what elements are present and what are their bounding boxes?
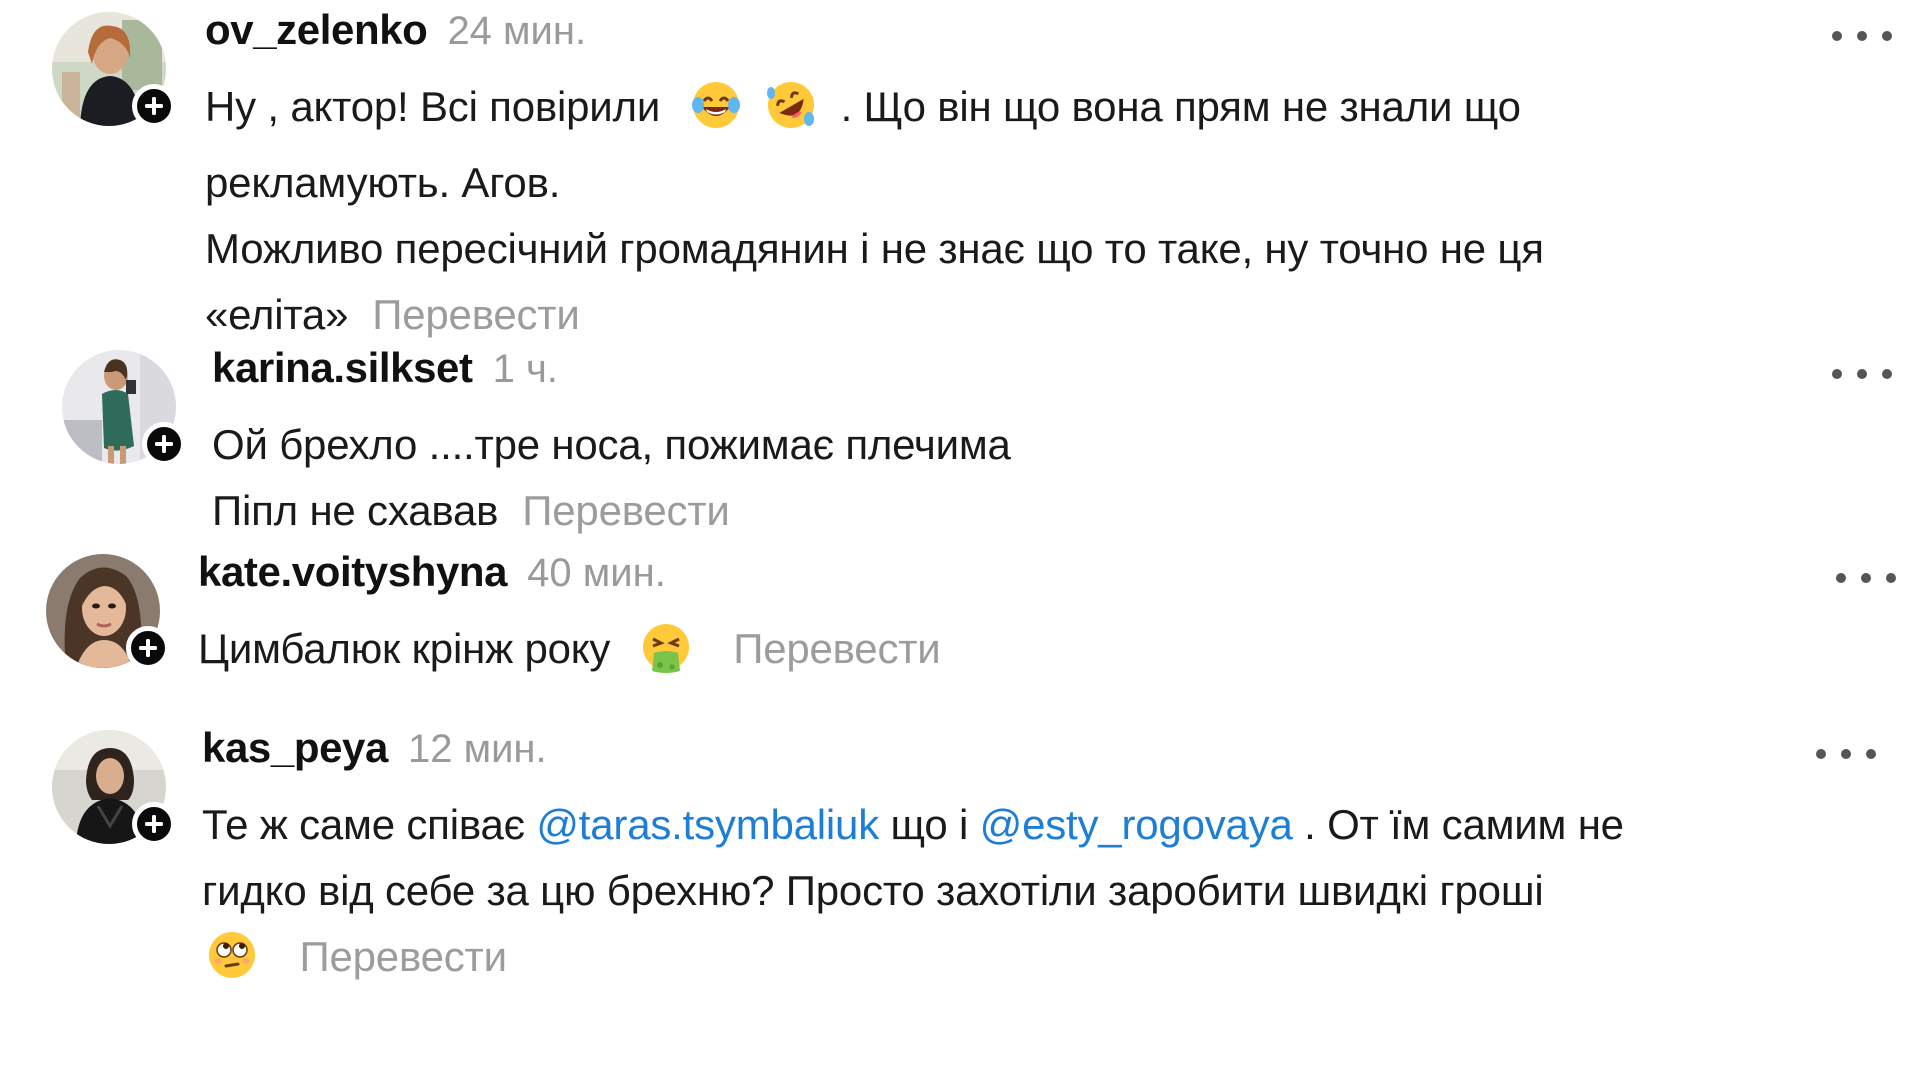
more-options-icon[interactable] bbox=[1832, 24, 1892, 48]
rolling-laughing-emoji bbox=[765, 79, 817, 150]
plus-icon bbox=[155, 435, 173, 453]
dot bbox=[1882, 369, 1892, 379]
mention-link[interactable]: @taras.tsymbaliuk bbox=[536, 801, 879, 848]
comment-header: ov_zelenko 24 мин. bbox=[205, 6, 1544, 66]
comment-text: Цимбалюк крінж року Перевести bbox=[198, 616, 941, 692]
username[interactable]: ov_zelenko bbox=[205, 6, 428, 54]
plus-icon bbox=[145, 97, 163, 115]
timestamp: 40 мин. bbox=[527, 551, 666, 595]
timestamp: 24 мин. bbox=[447, 9, 587, 53]
vomiting-face-emoji bbox=[640, 621, 692, 692]
comment-line: Піпл не схавав Перевести bbox=[212, 478, 1011, 544]
comment-header: kas_peya 12 мин. bbox=[202, 724, 1624, 784]
follow-button[interactable] bbox=[132, 84, 176, 128]
translate-link[interactable]: Перевести bbox=[299, 933, 507, 980]
timestamp: 1 ч. bbox=[492, 347, 558, 391]
comment-header: kate.voityshyna 40 мин. bbox=[198, 548, 941, 608]
comment-body: kas_peya 12 мин. Те ж саме співає @taras… bbox=[202, 724, 1624, 1000]
follow-button[interactable] bbox=[142, 422, 186, 466]
comment-line: Ну , актор! Всі повірили . Що він що вон… bbox=[205, 74, 1544, 150]
comment-line: Те ж саме співає @taras.tsymbaliuk що і … bbox=[202, 792, 1624, 858]
dot bbox=[1832, 31, 1842, 41]
dot bbox=[1886, 573, 1896, 583]
comment-text-part: Те ж саме співає bbox=[202, 801, 525, 848]
dot bbox=[1882, 31, 1892, 41]
comment-line: Цимбалюк крінж року Перевести bbox=[198, 616, 941, 692]
translate-link[interactable]: Перевести bbox=[522, 487, 730, 534]
translate-link[interactable]: Перевести bbox=[733, 625, 941, 672]
username[interactable]: karina.silkset bbox=[212, 344, 473, 392]
comment-body: karina.silkset 1 ч. Ой брехло ....тре но… bbox=[212, 344, 1011, 544]
more-options-icon[interactable] bbox=[1836, 566, 1896, 590]
comment-text: Ой брехло ....тре носа, пожимає плечима … bbox=[212, 412, 1011, 544]
comment-text-part: . Що він що вона прям не знали що bbox=[840, 83, 1521, 130]
comment-line: Перевести bbox=[202, 924, 1624, 1000]
more-options-icon[interactable] bbox=[1832, 362, 1892, 386]
comment-body: ov_zelenko 24 мин. Ну , актор! Всі повір… bbox=[205, 6, 1544, 348]
more-options-icon[interactable] bbox=[1816, 742, 1876, 766]
comment-line: гидко від себе за цю брехню? Просто захо… bbox=[202, 867, 1544, 914]
dot bbox=[1861, 573, 1871, 583]
dot bbox=[1866, 749, 1876, 759]
follow-button[interactable] bbox=[126, 626, 170, 670]
comment-text-part: . От їм самим не bbox=[1304, 801, 1624, 848]
comment-text-part: що і bbox=[890, 801, 969, 848]
tears-of-joy-emoji bbox=[690, 79, 742, 150]
username[interactable]: kate.voityshyna bbox=[198, 548, 508, 596]
dot bbox=[1857, 31, 1867, 41]
dot bbox=[1832, 369, 1842, 379]
plus-icon bbox=[145, 815, 163, 833]
dot bbox=[1857, 369, 1867, 379]
avatar-wrap bbox=[52, 730, 176, 848]
username[interactable]: kas_peya bbox=[202, 724, 388, 772]
comment-line: «еліта» Перевести bbox=[205, 282, 1544, 348]
comment-text-part: Піпл не схавав bbox=[212, 487, 499, 534]
comment-text-part: «еліта» bbox=[205, 291, 349, 338]
comment-body: kate.voityshyna 40 мин. Цимбалюк крінж р… bbox=[198, 548, 941, 692]
avatar-wrap bbox=[62, 350, 186, 468]
comment-text: Те ж саме співає @taras.tsymbaliuk що і … bbox=[202, 792, 1624, 1000]
dot bbox=[1816, 749, 1826, 759]
comment-line: Ой брехло ....тре носа, пожимає плечима bbox=[212, 421, 1011, 468]
translate-link[interactable]: Перевести bbox=[372, 291, 580, 338]
timestamp: 12 мин. bbox=[407, 727, 547, 771]
follow-button[interactable] bbox=[132, 802, 176, 846]
comment-text: Ну , актор! Всі повірили . Що він що вон… bbox=[205, 74, 1544, 348]
face-with-rolling-eyes-emoji bbox=[206, 929, 258, 1000]
plus-icon bbox=[139, 639, 157, 657]
mention-link[interactable]: @esty_rogovaya bbox=[980, 801, 1293, 848]
comment-header: karina.silkset 1 ч. bbox=[212, 344, 1011, 404]
avatar-wrap bbox=[52, 12, 176, 130]
dot bbox=[1836, 573, 1846, 583]
comment-line: рекламують. Агов. bbox=[205, 159, 561, 206]
avatar-wrap bbox=[46, 554, 170, 672]
comment-text-part: Ну , актор! Всі повірили bbox=[205, 83, 661, 130]
dot bbox=[1841, 749, 1851, 759]
comment-text-part: Цимбалюк крінж року bbox=[198, 625, 611, 672]
comment-line: Можливо пересічний громадянин і не знає … bbox=[205, 225, 1544, 272]
